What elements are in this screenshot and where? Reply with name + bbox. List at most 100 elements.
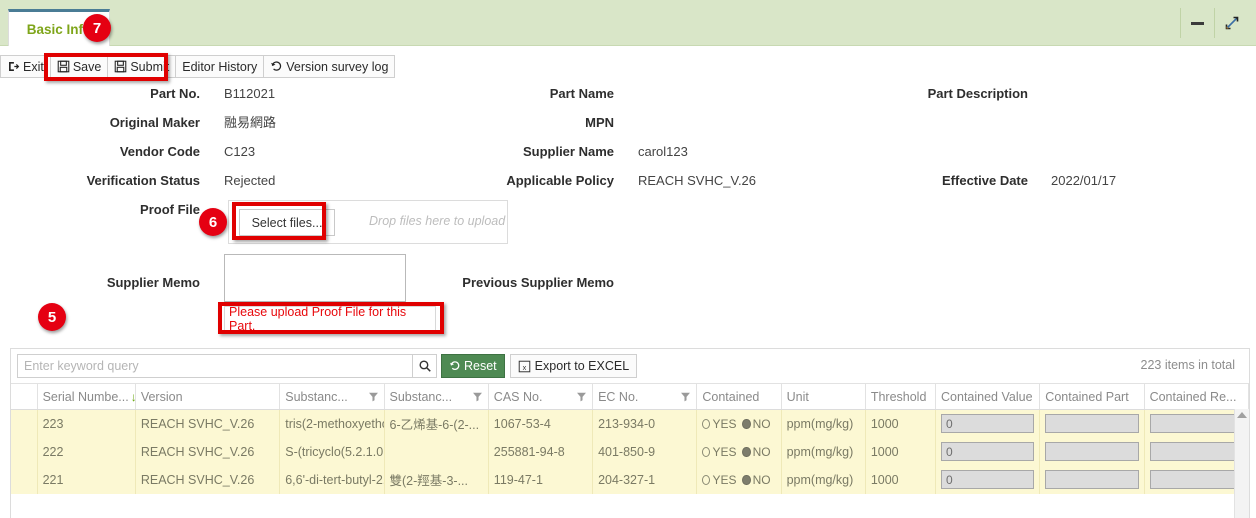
column-header-unit[interactable]: Unit <box>781 383 866 410</box>
contained-value-input[interactable] <box>941 442 1035 461</box>
part-no-label: Part No. <box>150 86 200 101</box>
cell-contained-value[interactable] <box>935 409 1041 438</box>
radio-yes[interactable] <box>702 446 711 457</box>
column-header-version[interactable]: Version <box>135 383 281 410</box>
original-maker-value: 融易網路 <box>224 115 277 130</box>
form-row-part: Part No. B112021 Part Name Part Descript… <box>0 84 1256 113</box>
radio-no[interactable] <box>742 418 751 429</box>
contained-part-input[interactable] <box>1045 414 1139 434</box>
radio-no[interactable] <box>742 474 751 485</box>
grid-vertical-scrollbar[interactable] <box>1234 409 1249 518</box>
cell-contained[interactable]: YES NO <box>696 437 782 466</box>
radio-no[interactable] <box>742 446 751 457</box>
filter-icon[interactable] <box>576 391 587 402</box>
column-header-label: Serial Numbe... <box>42 389 129 404</box>
table-row[interactable]: 223REACH SVHC_V.26tris(2-methoxyethoxy6-… <box>11 409 1250 438</box>
table-row[interactable]: 222 REACH SVHC_V.26 S-(tricyclo(5.2.1.0 255… <box>11 437 1250 466</box>
callout-badge-7: 7 <box>83 14 111 42</box>
cell-contained-value[interactable] <box>935 465 1041 494</box>
contained-radio-group[interactable]: YES NO <box>702 473 775 487</box>
grid-toolbar: Reset x Export to EXCEL 223 items in tot… <box>11 349 1249 383</box>
contained-re-input[interactable] <box>1149 442 1243 461</box>
cell-contained-re[interactable] <box>1144 437 1250 466</box>
version-survey-log-button[interactable]: Version survey log <box>263 55 396 78</box>
exit-button[interactable]: Exit <box>0 55 51 78</box>
contained-part-input[interactable] <box>1045 442 1139 461</box>
drop-files-hint: Drop files here to upload <box>369 214 506 228</box>
contained-part-input[interactable] <box>1045 470 1139 489</box>
cell-contained[interactable]: YES NO <box>696 465 782 494</box>
column-header-substanc[interactable]: Substanc... <box>384 383 489 410</box>
cell-contained-re[interactable] <box>1144 465 1250 494</box>
export-excel-button[interactable]: x Export to EXCEL <box>509 354 638 378</box>
cell-unit: ppm(mg/kg) <box>781 437 866 466</box>
contained-radio-group[interactable]: YES NO <box>702 417 775 431</box>
contained-re-input[interactable] <box>1149 470 1243 489</box>
submit-button[interactable]: Submit <box>107 55 177 78</box>
reset-label: Reset <box>464 359 497 373</box>
reset-button[interactable]: Reset <box>441 354 505 378</box>
contained-value-input[interactable] <box>941 414 1035 434</box>
radio-yes[interactable] <box>702 474 711 485</box>
cell-contained-re[interactable] <box>1144 409 1250 438</box>
applicable-policy-label: Applicable Policy <box>506 173 614 188</box>
radio-no-label: NO <box>752 444 771 459</box>
cell-contained[interactable]: YES NO <box>696 409 782 438</box>
verification-statement-text: Please upload Proof File for this Part. <box>229 304 407 333</box>
editor-history-button[interactable]: Editor History <box>175 55 265 78</box>
tab-basic-info-label: Basic Info <box>26 21 92 37</box>
column-header-cas-no[interactable]: CAS No. <box>488 383 594 410</box>
cell-contained-value[interactable] <box>935 437 1041 466</box>
cell-threshold: 1000 <box>865 409 937 438</box>
column-header-contained[interactable]: Contained <box>696 383 782 410</box>
minimize-button[interactable] <box>1180 8 1214 38</box>
column-header-label: Contained Value <box>941 389 1033 404</box>
cell-contained-part[interactable] <box>1039 437 1145 466</box>
table-row[interactable]: 221 REACH SVHC_V.26 6,6'-di-tert-butyl-2, 雙… <box>11 465 1250 494</box>
filter-icon[interactable] <box>680 391 691 402</box>
column-header-blank[interactable] <box>11 383 38 410</box>
form-row-verification-statement: Verification Statement <box>0 258 1256 373</box>
effective-date-label: Effective Date <box>942 173 1028 188</box>
search-button[interactable] <box>413 354 437 378</box>
select-files-button[interactable]: Select files... <box>239 209 335 236</box>
exit-label: Exit <box>23 59 44 74</box>
supplier-memo-input[interactable] <box>224 254 406 302</box>
row-selector-cell[interactable] <box>11 437 38 466</box>
column-header-contained-re[interactable]: Contained Re... <box>1144 383 1250 410</box>
search-group <box>17 354 437 378</box>
cell-ec-no: 204-327-1 <box>592 465 698 494</box>
basic-info-form: Part No. B112021 Part Name Part Descript… <box>0 84 1256 373</box>
contained-re-input[interactable] <box>1149 414 1243 434</box>
proof-file-dropzone[interactable]: Select files... Drop files here to uploa… <box>228 200 508 244</box>
search-input[interactable] <box>17 354 413 378</box>
column-header-threshold[interactable]: Threshold <box>865 383 937 410</box>
form-row-verification: Verification Status Rejected Applicable … <box>0 171 1256 200</box>
supplier-name-label: Supplier Name <box>522 144 614 159</box>
minimize-icon <box>1191 21 1204 25</box>
column-header-label: Substanc... <box>285 389 348 404</box>
action-toolbar: Exit Save Submit Editor History Version … <box>0 55 396 78</box>
cell-contained-part[interactable] <box>1039 409 1145 438</box>
column-header-serial-numbe[interactable]: Serial Numbe...↓ <box>37 383 136 410</box>
cell-contained-part[interactable] <box>1039 465 1145 494</box>
radio-yes[interactable] <box>702 418 711 429</box>
contained-value-input[interactable] <box>941 470 1035 489</box>
row-selector-cell[interactable] <box>11 465 38 494</box>
column-header-substanc[interactable]: Substanc... <box>279 383 385 410</box>
svg-text:x: x <box>522 362 526 371</box>
radio-yes-label: YES <box>712 472 737 487</box>
save-button[interactable]: Save <box>49 55 109 78</box>
column-header-contained-value[interactable]: Contained Value <box>935 383 1041 410</box>
row-selector-cell[interactable] <box>11 409 38 438</box>
radio-no-label: NO <box>752 416 771 431</box>
editor-history-label: Editor History <box>182 59 258 74</box>
expand-button[interactable] <box>1214 8 1248 38</box>
filter-icon[interactable] <box>368 391 379 402</box>
scroll-up-arrow-icon[interactable] <box>1237 412 1247 418</box>
contained-radio-group[interactable]: YES NO <box>702 445 775 459</box>
column-header-ec-no[interactable]: EC No. <box>592 383 698 410</box>
filter-icon[interactable] <box>472 391 483 402</box>
column-header-contained-part[interactable]: Contained Part <box>1039 383 1145 410</box>
part-description-label: Part Description <box>927 86 1028 101</box>
